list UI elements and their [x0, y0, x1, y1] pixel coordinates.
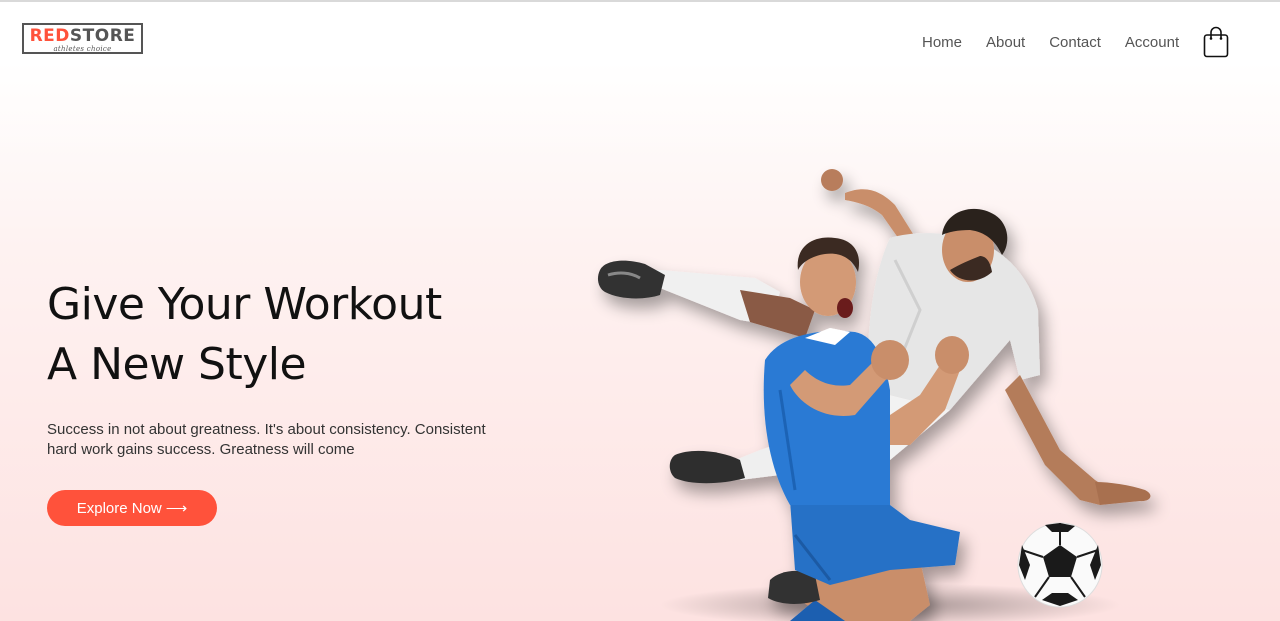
- top-border: [0, 0, 1280, 2]
- hero-subtext: Success in not about greatness. It's abo…: [47, 421, 486, 458]
- explore-now-button[interactable]: Explore Now ⟶: [47, 490, 217, 526]
- shopping-bag-icon[interactable]: [1203, 26, 1229, 58]
- hero-headline-line1: Give Your Workout: [47, 279, 442, 330]
- logo-wordmark: REDSTORE: [24, 26, 141, 46]
- soccer-players-celebrating-image: [590, 160, 1190, 621]
- nav-account-link[interactable]: Account: [1125, 33, 1179, 53]
- nav-home-link[interactable]: Home: [922, 33, 962, 53]
- nav-contact-link[interactable]: Contact: [1049, 33, 1101, 53]
- logo[interactable]: REDSTORE athletes choice: [22, 23, 143, 54]
- explore-now-label: Explore Now: [76, 499, 162, 517]
- nav-about-link[interactable]: About: [986, 33, 1025, 53]
- main-nav: Home About Contact Account: [910, 33, 1191, 53]
- arrow-right-icon: ⟶: [165, 500, 188, 517]
- hero-headline: Give Your Workout A New Style: [47, 275, 547, 395]
- hero-headline-line2: A New Style: [47, 339, 307, 390]
- logo-dark-text: STORE: [69, 26, 136, 46]
- logo-tagline: athletes choice: [53, 45, 112, 53]
- logo-red-text: RED: [29, 26, 70, 46]
